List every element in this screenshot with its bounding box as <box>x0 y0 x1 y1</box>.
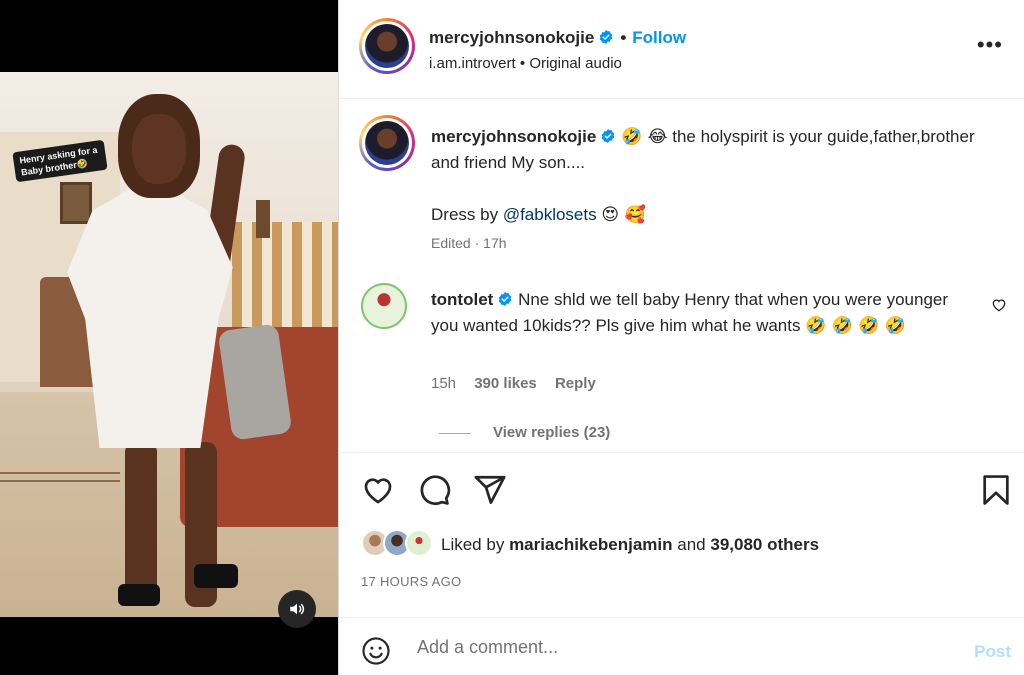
instagram-post-view: Henry asking for a Baby brother🤣 mercyjo… <box>0 0 1024 675</box>
bookmark-icon[interactable] <box>979 473 1013 507</box>
verified-badge-icon <box>499 292 512 306</box>
emoji-icon[interactable] <box>361 636 391 666</box>
caption-trail-emojis: 😍 🥰 <box>601 205 646 225</box>
caption-lead-emojis: 🤣 😂 <box>621 127 668 147</box>
media-panel: Henry asking for a Baby brother🤣 <box>0 0 338 675</box>
comment-likes[interactable]: 390 likes <box>474 375 537 392</box>
post-header: mercyjohnsonokojie • Follow i.am.introvert… <box>339 0 1024 99</box>
caption-meta: Edited · 17h <box>431 235 507 251</box>
heart-icon[interactable] <box>361 473 395 507</box>
follow-button[interactable]: Follow <box>632 28 686 47</box>
post-comment-button[interactable]: Post <box>974 642 1011 662</box>
verified-badge-icon <box>602 129 615 143</box>
audio-user-link[interactable]: i.am.introvert <box>429 55 516 72</box>
share-icon[interactable] <box>473 473 507 507</box>
reply-button[interactable]: Reply <box>555 375 596 392</box>
commenter-avatar[interactable] <box>361 283 407 329</box>
mention-link[interactable]: @fabklosets <box>503 205 597 224</box>
post-video[interactable]: Henry asking for a Baby brother🤣 <box>0 72 338 617</box>
others-likes-link[interactable]: 39,080 others <box>710 535 819 554</box>
post-details-panel: mercyjohnsonokojie • Follow i.am.introvert… <box>338 0 1024 675</box>
view-replies-button[interactable]: View replies (23) <box>439 424 610 441</box>
comment-meta: 15h 390 likes Reply <box>431 375 610 392</box>
speaker-icon <box>290 603 305 615</box>
more-options-icon[interactable]: ••• <box>977 34 1003 56</box>
post-timestamp[interactable]: 17 HOURS AGO <box>361 574 461 589</box>
audio-info: i.am.introvert • Original audio <box>429 55 622 72</box>
author-username[interactable]: mercyjohnsonokojie <box>429 28 594 47</box>
person-face <box>132 114 186 184</box>
comment-input[interactable] <box>417 632 937 662</box>
liker-username-link[interactable]: mariachikebenjamin <box>509 535 672 554</box>
dress-by-text: Dress by <box>431 205 499 224</box>
original-audio-link[interactable]: Original audio <box>529 55 622 72</box>
separator-dot: • <box>620 28 627 47</box>
comment-time[interactable]: 15h <box>431 375 456 392</box>
caption-avatar[interactable] <box>359 115 415 171</box>
commenter-username[interactable]: tontolet <box>431 290 493 309</box>
author-avatar[interactable] <box>359 18 415 74</box>
comment-emojis: 🤣 🤣 🤣 🤣 <box>805 316 907 336</box>
verified-badge-icon <box>600 30 613 44</box>
liker-avatar[interactable] <box>405 529 433 557</box>
mute-toggle-button[interactable] <box>278 590 316 628</box>
comment-like-heart-icon[interactable] <box>991 297 1007 313</box>
add-comment-bar: Post <box>339 617 1024 675</box>
caption-time[interactable]: 17h <box>483 235 506 251</box>
wall-picture <box>60 182 92 224</box>
likes-summary: Liked by mariachikebenjamin and 39,080 o… <box>361 529 1001 559</box>
action-bar <box>339 452 1024 530</box>
comment-icon[interactable] <box>417 473 451 507</box>
caption-username[interactable]: mercyjohnsonokojie <box>431 127 596 146</box>
